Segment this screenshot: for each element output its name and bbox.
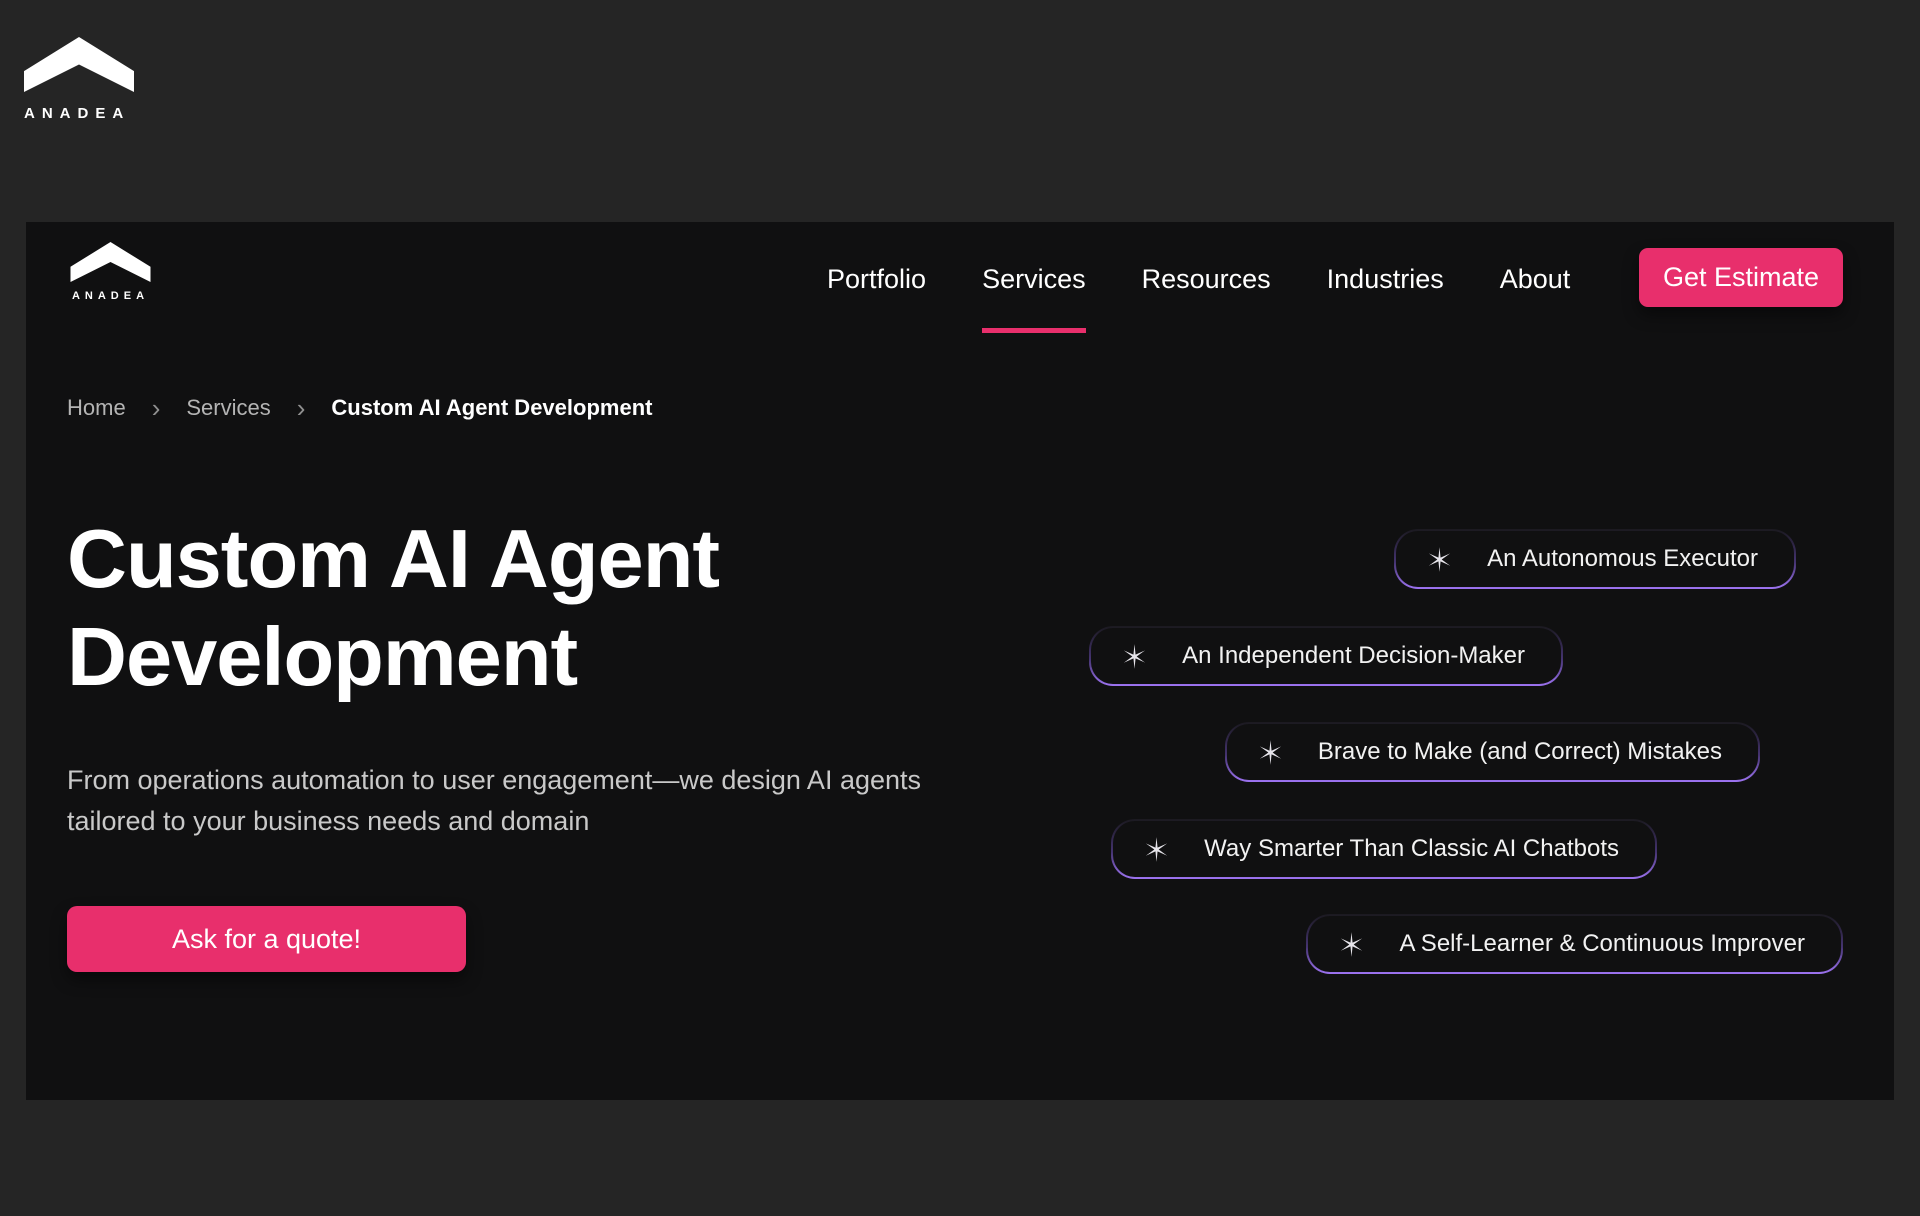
nav-item-industries[interactable]: Industries: [1327, 263, 1444, 295]
ask-for-quote-button[interactable]: Ask for a quote!: [67, 906, 466, 972]
anadea-logo-icon: [24, 37, 134, 92]
feature-badge: An Independent Decision-Maker: [1089, 626, 1563, 686]
feature-badge: A Self-Learner & Continuous Improver: [1306, 914, 1843, 974]
sparkle-icon: [1143, 836, 1170, 863]
feature-badge: Way Smarter Than Classic AI Chatbots: [1111, 819, 1657, 879]
feature-badge-label: Brave to Make (and Correct) Mistakes: [1318, 738, 1722, 766]
feature-badge: Brave to Make (and Correct) Mistakes: [1225, 722, 1760, 782]
get-estimate-button[interactable]: Get Estimate: [1639, 248, 1843, 307]
hero-panel: ANADEA Portfolio Services Resources Indu…: [26, 222, 1894, 1100]
sparkle-icon: [1121, 643, 1148, 670]
navbar-anadea-logo-icon: [70, 242, 151, 282]
sparkle-icon: [1257, 739, 1284, 766]
breadcrumb: Home › Services › Custom AI Agent Develo…: [67, 395, 652, 421]
navbar-anadea-logo-text: ANADEA: [70, 290, 151, 302]
breadcrumb-services[interactable]: Services: [186, 395, 270, 421]
anadea-logo[interactable]: ANADEA: [24, 37, 136, 122]
chevron-right-icon: ›: [297, 397, 306, 419]
nav-item-portfolio[interactable]: Portfolio: [827, 263, 926, 295]
nav-item-services[interactable]: Services: [982, 263, 1086, 295]
feature-badge-label: An Autonomous Executor: [1487, 545, 1758, 573]
feature-badge: An Autonomous Executor: [1394, 529, 1796, 589]
hero-subtitle: From operations automation to user engag…: [67, 760, 927, 842]
breadcrumb-current: Custom AI Agent Development: [331, 395, 652, 421]
sparkle-icon: [1338, 931, 1365, 958]
nav-item-resources[interactable]: Resources: [1142, 263, 1271, 295]
page-title-line1: Custom AI Agent: [67, 512, 719, 605]
breadcrumb-home[interactable]: Home: [67, 395, 126, 421]
chevron-right-icon: ›: [152, 397, 161, 419]
page-title: Custom AI Agent Development: [67, 510, 719, 706]
feature-badge-label: Way Smarter Than Classic AI Chatbots: [1204, 835, 1619, 863]
anadea-logo-text: ANADEA: [24, 105, 136, 122]
page-title-line2: Development: [67, 610, 577, 703]
nav-item-about[interactable]: About: [1500, 263, 1571, 295]
navbar-anadea-logo[interactable]: ANADEA: [70, 242, 151, 302]
feature-badge-label: An Independent Decision-Maker: [1182, 642, 1525, 670]
sparkle-icon: [1426, 546, 1453, 573]
main-nav: Portfolio Services Resources Industries …: [827, 263, 1570, 295]
feature-badge-label: A Self-Learner & Continuous Improver: [1399, 930, 1805, 958]
